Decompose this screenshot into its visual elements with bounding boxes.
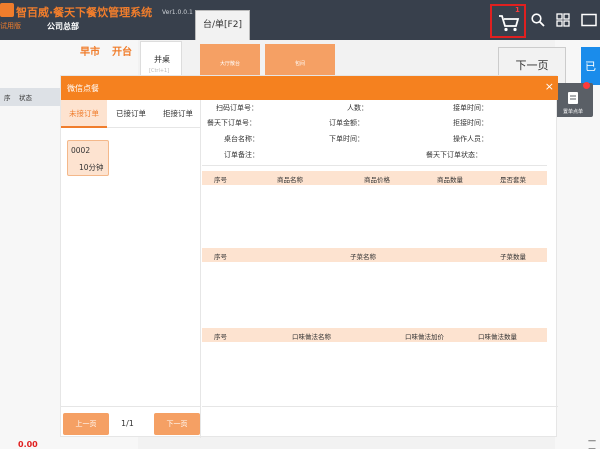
app-version: Ver1.0.0.1: [162, 9, 193, 16]
label-table-name: 桌台名称：: [224, 135, 259, 143]
label-operator: 操作人员：: [453, 135, 488, 143]
close-icon[interactable]: ×: [545, 81, 554, 93]
open-table-button[interactable]: 开台: [112, 43, 132, 58]
order-elapsed-time: 10分钟: [79, 163, 104, 172]
app-logo-icon: [0, 3, 14, 17]
background-side-button[interactable]: 已: [581, 47, 600, 85]
float-order-button[interactable]: 置单点单: [553, 82, 593, 117]
document-icon: [568, 92, 578, 104]
dialog-header: 微信点餐 ×: [61, 76, 558, 100]
order-card[interactable]: 0002 10分钟: [67, 140, 109, 176]
col-no: 序号: [214, 176, 227, 184]
area-hall-card[interactable]: 大厅散台: [200, 44, 260, 76]
merge-table-label: 并桌: [154, 55, 170, 64]
col-flavor-price: 口味做法加价: [405, 333, 444, 341]
prev-page-button[interactable]: 上一页: [63, 413, 109, 435]
label-ct-order-status: 餐天下订单状态：: [426, 151, 482, 159]
float-order-label: 置单点单: [562, 109, 583, 115]
wechat-order-dialog: 微信点餐 × 未接订单 已接订单 拒接订单 0002 10分钟 上一页 1/1 …: [60, 75, 558, 438]
morning-session[interactable]: 早市: [80, 43, 100, 58]
label-ct-order-no: 餐天下订单号：: [207, 119, 256, 127]
next-page-button[interactable]: 下一页: [154, 413, 200, 435]
label-order-time: 下单时间：: [329, 135, 364, 143]
app-title: 智百威·餐天下餐饮管理系统: [16, 6, 153, 19]
col-dish-qty: 商品数量: [437, 176, 463, 184]
background-amount: 0.00: [18, 440, 38, 449]
cart-button[interactable]: 1: [490, 4, 526, 38]
order-info: 扫码订单号： 人数： 接单时间： 餐天下订单号： 订单金额： 拒接时间： 桌台名…: [202, 100, 547, 166]
notification-dot: [583, 82, 590, 89]
company-name: 公司总部: [47, 22, 79, 31]
flavor-table-header: 序号 口味做法名称 口味做法加价 口味做法数量: [202, 328, 547, 342]
area-box-card[interactable]: 包间: [265, 44, 335, 76]
background-bottom-text: 一页: [588, 437, 596, 449]
search-icon[interactable]: [531, 13, 545, 27]
col-sub-dish-name: 子菜名称: [350, 253, 376, 261]
col-dish-price: 商品价格: [364, 176, 390, 184]
order-detail-panel: 扫码订单号： 人数： 接单时间： 餐天下订单号： 订单金额： 拒接时间： 桌台名…: [202, 100, 558, 438]
label-accept-time: 接单时间：: [453, 104, 488, 112]
detail-footer: [202, 406, 558, 438]
sub-dish-table-header: 序号 子菜名称 子菜数量: [202, 248, 547, 262]
label-order-amount: 订单金额：: [329, 119, 364, 127]
order-pager: 上一页 1/1 下一页: [61, 406, 201, 438]
cart-badge: 1: [515, 6, 520, 14]
col-is-set: 是否套菜: [500, 176, 526, 184]
window-icon[interactable]: [581, 13, 597, 27]
col-no: 序号: [214, 333, 227, 341]
col-dish-name: 商品名称: [277, 176, 303, 184]
merge-table-button[interactable]: 并桌 [Ctrl+1]: [140, 41, 182, 77]
header-status: 状态: [19, 94, 32, 102]
area-box-label: 包间: [294, 61, 305, 67]
tab-label: 台/单[F2]: [203, 20, 242, 30]
order-tabs: 未接订单 已接订单 拒接订单: [61, 100, 201, 128]
merge-table-shortcut: [Ctrl+1]: [149, 68, 170, 74]
cart-icon: [499, 15, 520, 32]
area-hall-label: 大厅散台: [219, 61, 240, 67]
label-reject-time: 拒接时间：: [453, 119, 488, 127]
order-id: 0002: [71, 146, 91, 155]
label-people: 人数：: [347, 104, 368, 112]
dish-table-header: 序号 商品名称 商品价格 商品数量 是否套菜: [202, 171, 547, 185]
tab-rejected-orders[interactable]: 拒接订单: [155, 100, 201, 128]
tab-pending-orders[interactable]: 未接订单: [61, 100, 107, 128]
tab-table-order[interactable]: 台/单[F2]: [195, 10, 250, 40]
header-no: 序: [4, 94, 11, 102]
grid-icon[interactable]: [556, 13, 570, 27]
col-sub-dish-qty: 子菜数量: [500, 253, 526, 261]
col-flavor-name: 口味做法名称: [292, 333, 331, 341]
tab-accepted-orders[interactable]: 已接订单: [108, 100, 154, 128]
trial-label: 试用版: [0, 22, 21, 30]
order-list-panel: 未接订单 已接订单 拒接订单 0002 10分钟 上一页 1/1 下一页: [61, 100, 201, 438]
top-bar: 智百威·餐天下餐饮管理系统 Ver1.0.0.1 试用版 公司总部 台/单[F2…: [0, 0, 600, 40]
dialog-title: 微信点餐: [67, 84, 99, 93]
side-button-label: 已: [585, 60, 596, 73]
col-flavor-qty: 口味做法数量: [478, 333, 517, 341]
col-no: 序号: [214, 253, 227, 261]
page-indicator: 1/1: [121, 419, 134, 428]
label-scan-order-no: 扫码订单号：: [216, 104, 258, 112]
label-order-remark: 订单备注：: [224, 151, 259, 159]
